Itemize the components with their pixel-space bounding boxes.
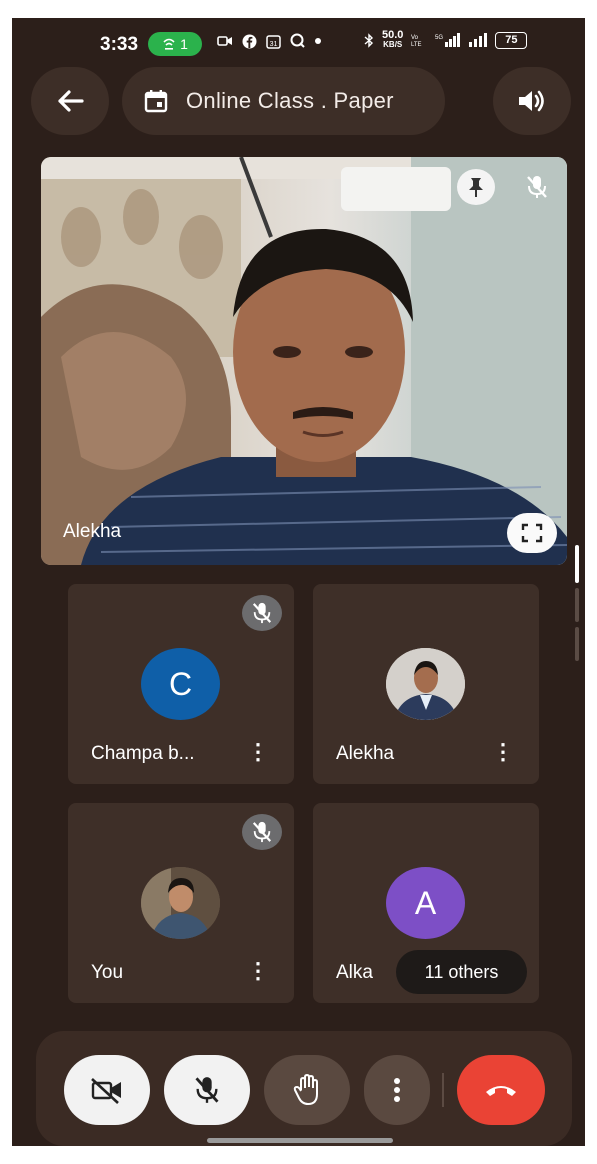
main-video-tile[interactable]: Alekha bbox=[41, 157, 567, 565]
audio-output-button[interactable] bbox=[493, 67, 571, 135]
calendar-icon: 31 bbox=[266, 34, 281, 49]
scrollbar-track-segment bbox=[575, 627, 579, 661]
battery-icon: 75 bbox=[495, 31, 528, 49]
controls-divider bbox=[442, 1073, 444, 1107]
back-button[interactable] bbox=[31, 67, 109, 135]
calendar-event-icon bbox=[144, 90, 168, 113]
person-photo-icon bbox=[386, 648, 465, 720]
more-options-button[interactable]: ⋮ bbox=[246, 953, 270, 989]
participant-tile-champa[interactable]: C Champa b... ⋮ bbox=[68, 584, 294, 784]
more-options-button[interactable]: ⋮ bbox=[491, 734, 515, 770]
system-icons: 50.0 KB/S Vo LTE 5G 75 bbox=[364, 30, 528, 50]
others-count-chip[interactable]: 11 others bbox=[396, 950, 527, 994]
call-signal-icon bbox=[163, 38, 175, 50]
more-notifications-dot-icon bbox=[315, 38, 321, 44]
signal-5g-icon: 5G bbox=[435, 33, 461, 47]
status-time: 3:33 bbox=[100, 34, 139, 55]
call-controls-bar bbox=[36, 1031, 572, 1146]
svg-text:31: 31 bbox=[270, 41, 278, 48]
phone-screen: 3:33 1 31 50.0 KB/S Vo LTE 5G 75 Online … bbox=[12, 18, 585, 1146]
signal-icon bbox=[469, 33, 488, 47]
camera-off-icon bbox=[91, 1078, 121, 1104]
call-badge-count: 1 bbox=[180, 36, 188, 52]
mic-off-icon bbox=[252, 821, 272, 843]
svg-text:LTE: LTE bbox=[411, 42, 422, 47]
network-speed-value: 50.0 bbox=[382, 29, 404, 41]
mic-off-icon bbox=[195, 1077, 219, 1103]
q-app-icon bbox=[290, 33, 305, 48]
participant-tile-you[interactable]: You ⋮ bbox=[68, 803, 294, 1003]
participant-name: Champa b... bbox=[91, 743, 195, 764]
svg-text:5G: 5G bbox=[435, 35, 443, 41]
home-indicator[interactable] bbox=[207, 1138, 393, 1143]
end-call-icon bbox=[486, 1086, 516, 1096]
raise-hand-icon bbox=[293, 1074, 318, 1105]
avatar-photo bbox=[141, 867, 220, 939]
volte-icon: Vo LTE bbox=[411, 35, 422, 47]
more-options-button[interactable] bbox=[364, 1055, 430, 1125]
facebook-icon bbox=[242, 34, 257, 48]
participant-tile-alekha[interactable]: Alekha ⋮ bbox=[313, 584, 539, 784]
scrollbar-thumb[interactable] bbox=[575, 545, 579, 583]
svg-text:Vo: Vo bbox=[411, 35, 419, 41]
fullscreen-button[interactable] bbox=[507, 513, 557, 553]
avatar-photo bbox=[386, 648, 465, 720]
network-speed: 50.0 KB/S bbox=[382, 30, 403, 50]
status-bar: 3:33 1 31 50.0 KB/S Vo LTE 5G 75 bbox=[12, 18, 585, 70]
meeting-title: Online Class . Paper bbox=[186, 88, 394, 113]
video-feed bbox=[41, 157, 567, 565]
pin-icon bbox=[469, 178, 483, 197]
mic-toggle-button[interactable] bbox=[164, 1055, 250, 1125]
more-vertical-icon bbox=[394, 1078, 400, 1102]
pin-button[interactable] bbox=[457, 169, 495, 205]
meeting-title-button[interactable]: Online Class . Paper bbox=[122, 67, 445, 135]
scrollbar-track-segment bbox=[575, 588, 579, 622]
bluetooth-icon bbox=[364, 32, 374, 48]
participant-tile-alka[interactable]: A Alka 11 others bbox=[313, 803, 539, 1003]
ongoing-call-badge[interactable]: 1 bbox=[148, 32, 202, 56]
arrow-back-icon bbox=[58, 90, 84, 112]
participant-name: Alka bbox=[336, 962, 373, 983]
avatar-letter: C bbox=[141, 648, 220, 720]
mic-off-icon bbox=[527, 176, 547, 198]
network-speed-unit: KB/S bbox=[383, 40, 403, 49]
main-participant-name: Alekha bbox=[63, 521, 122, 542]
notification-icons: 31 bbox=[217, 33, 321, 49]
end-call-button[interactable] bbox=[457, 1055, 545, 1125]
speaker-icon bbox=[519, 90, 544, 112]
camera-toggle-button[interactable] bbox=[64, 1055, 150, 1125]
raise-hand-button[interactable] bbox=[264, 1055, 350, 1125]
avatar-letter: A bbox=[386, 867, 465, 939]
tile-mic-off-indicator bbox=[242, 595, 282, 631]
participant-name: You bbox=[91, 962, 124, 983]
fullscreen-icon bbox=[521, 523, 543, 543]
tile-mic-off-indicator bbox=[242, 814, 282, 850]
video-call-icon bbox=[217, 36, 232, 46]
more-options-button[interactable]: ⋮ bbox=[246, 734, 270, 770]
person-photo-icon bbox=[141, 867, 220, 939]
mic-off-icon bbox=[252, 602, 272, 624]
main-mic-off-indicator bbox=[517, 167, 557, 207]
participant-name: Alekha bbox=[336, 743, 395, 764]
